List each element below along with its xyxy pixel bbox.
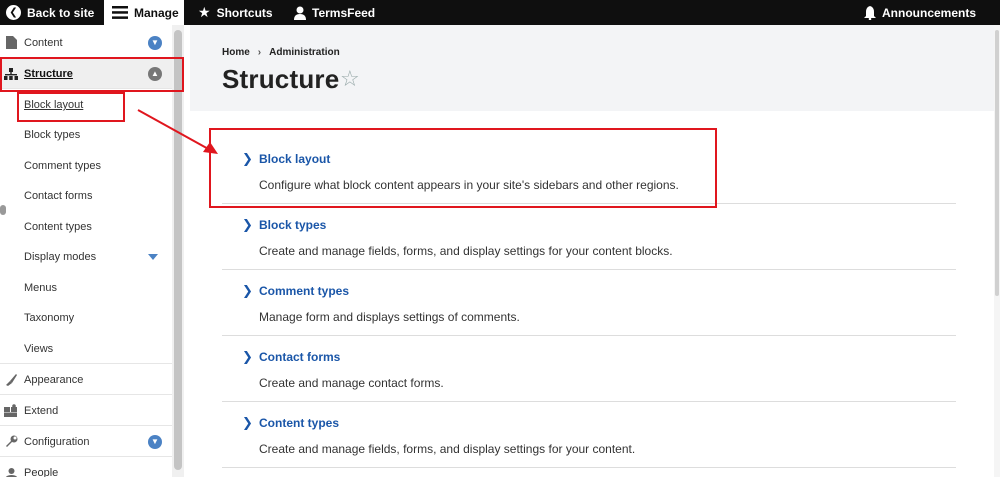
highlight-block-layout-item	[209, 128, 717, 208]
list-item-title[interactable]: Content types	[259, 416, 339, 430]
page-title: Structure	[222, 64, 340, 94]
breadcrumb-separator: ›	[257, 47, 262, 58]
page-scrollbar-thumb[interactable]	[995, 30, 999, 296]
chevron-right-icon: ❯	[242, 217, 253, 232]
admin-list-item-block-types[interactable]: ❯ Block types Create and manage fields, …	[222, 204, 956, 270]
breadcrumb-home[interactable]: Home	[222, 47, 250, 58]
list-item-title[interactable]: Contact forms	[259, 350, 340, 364]
breadcrumb-administration[interactable]: Administration	[269, 47, 340, 58]
list-item-description: Manage form and displays settings of com…	[259, 310, 520, 324]
list-item-title[interactable]: Comment types	[259, 284, 349, 298]
breadcrumb: Home › Administration	[222, 47, 340, 58]
admin-list-item-content-types[interactable]: ❯ Content types Create and manage fields…	[222, 402, 956, 468]
admin-list-item-contact-forms[interactable]: ❯ Contact forms Create and manage contac…	[222, 336, 956, 402]
list-item-description: Create and manage fields, forms, and dis…	[259, 244, 673, 258]
admin-list-item-comment-types[interactable]: ❯ Comment types Manage form and displays…	[222, 270, 956, 336]
list-item-description: Create and manage fields, forms, and dis…	[259, 442, 636, 456]
chevron-right-icon: ❯	[242, 349, 253, 364]
shortcut-star-icon[interactable]: ☆	[340, 66, 360, 92]
list-item-title[interactable]: Block types	[259, 218, 326, 232]
chevron-right-icon: ❯	[242, 283, 253, 298]
chevron-right-icon: ❯	[242, 415, 253, 430]
list-item-description: Create and manage contact forms.	[259, 376, 444, 390]
